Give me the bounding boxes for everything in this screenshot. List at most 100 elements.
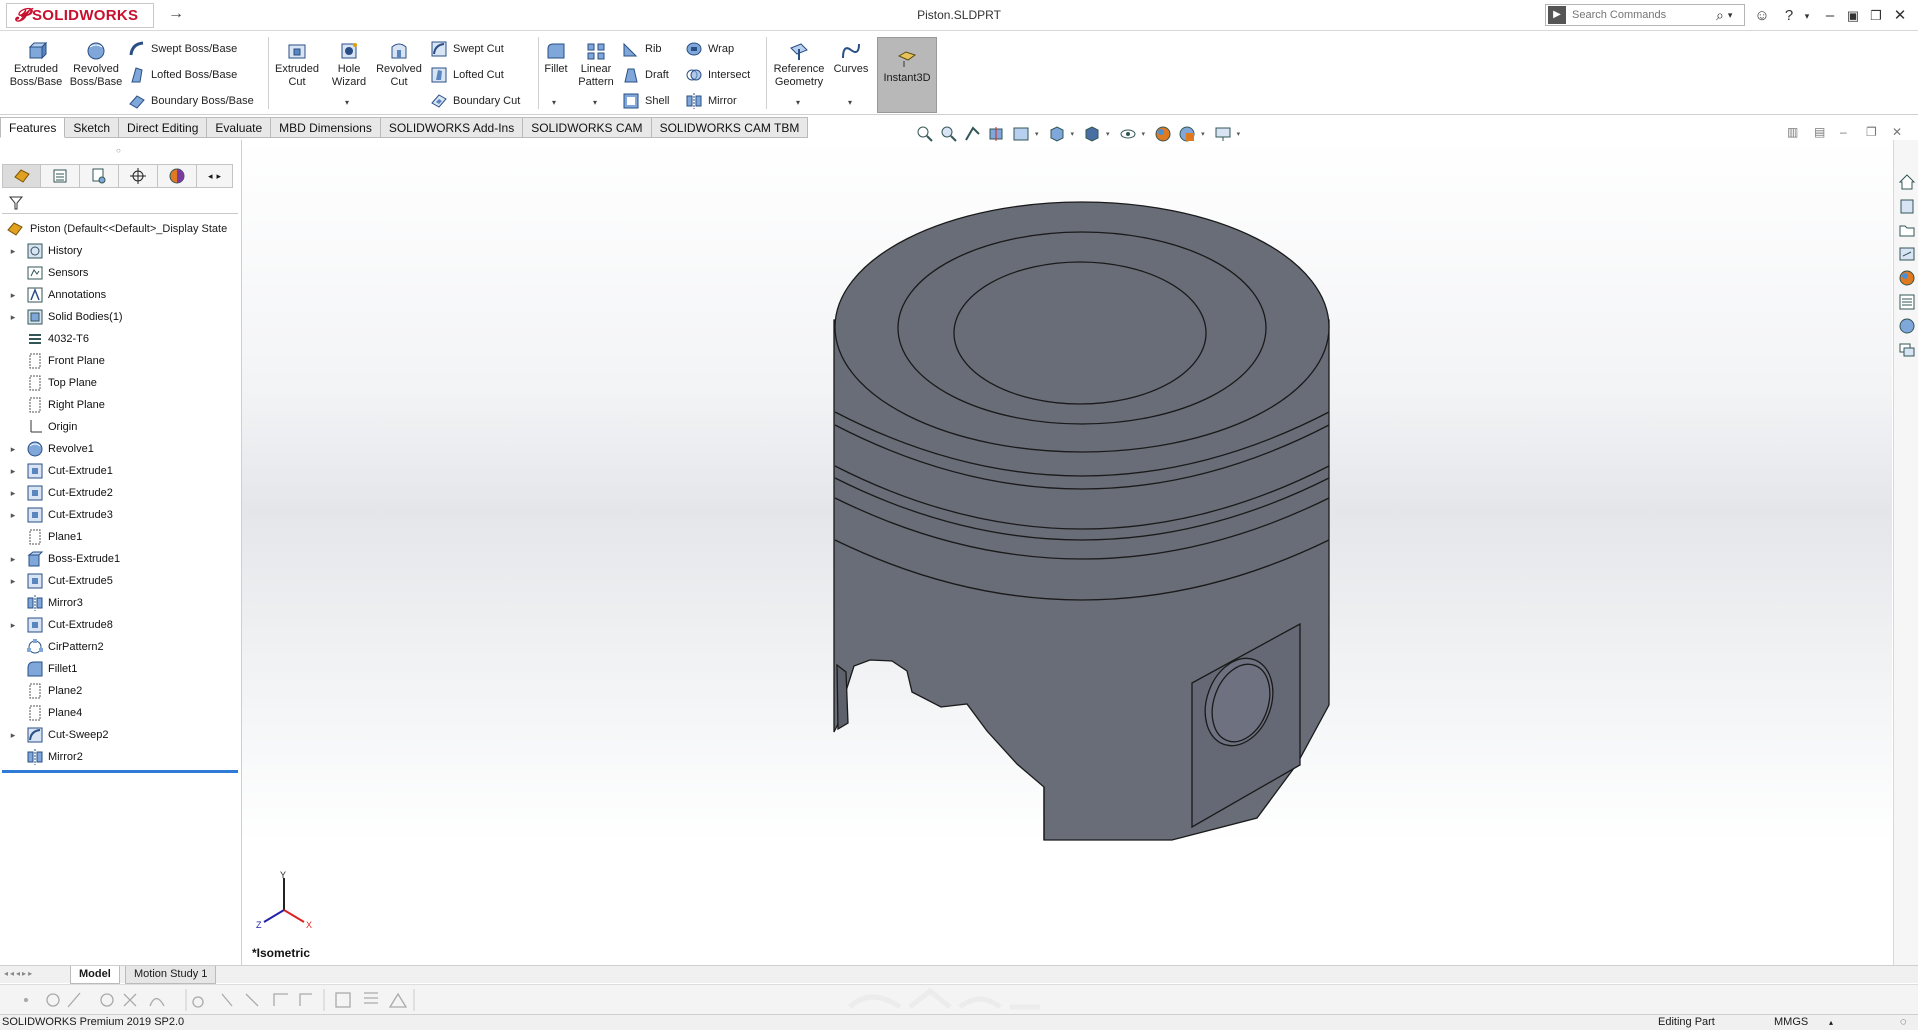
extruded-cut-button[interactable]: Extruded Cut (271, 35, 323, 89)
caret-icon[interactable]: ▾ (1106, 130, 1110, 138)
tree-item[interactable]: CirPattern2 (0, 636, 242, 658)
boundary-cut-button[interactable]: Boundary Cut (430, 91, 520, 111)
tree-item[interactable]: ▸ Cut-Extrude5 (0, 570, 242, 592)
piston-model[interactable] (242, 140, 1892, 965)
tree-item[interactable]: Front Plane (0, 350, 242, 372)
tree-item[interactable]: Mirror3 (0, 592, 242, 614)
custom-properties-icon[interactable] (1897, 292, 1917, 312)
tab-direct-editing[interactable]: Direct Editing (119, 117, 208, 138)
intersect-button[interactable]: Intersect (685, 65, 750, 85)
help-dropdown-icon[interactable]: ▾ (1802, 5, 1812, 27)
search-input[interactable] (1572, 6, 1712, 24)
previous-view-icon[interactable] (963, 124, 983, 144)
chat-icon[interactable]: ◌ (1900, 1015, 1907, 1030)
tree-item[interactable]: Plane1 (0, 526, 242, 548)
tree-item[interactable]: Plane2 (0, 680, 242, 702)
expand-arrow-icon[interactable]: ▸ (6, 290, 20, 301)
tab-model[interactable]: Model (70, 966, 120, 984)
reference-geometry-button[interactable]: Reference Geometry (768, 35, 830, 89)
expand-arrow-icon[interactable]: ▸ (6, 246, 20, 257)
view-palette-icon[interactable] (1897, 244, 1917, 264)
tab-features[interactable]: Features (0, 117, 66, 138)
tree-item[interactable]: Sensors (0, 262, 242, 284)
solidworks-resources-icon[interactable] (1897, 316, 1917, 336)
dynamic-annotation-icon[interactable] (1011, 124, 1031, 144)
search-icon[interactable]: ⌕ (1716, 7, 1724, 24)
caret-icon[interactable]: ▾ (1237, 130, 1241, 138)
close-icon[interactable]: ✕ (1890, 5, 1910, 27)
viewport-tile-right-icon[interactable]: ▤ (1814, 125, 1825, 139)
lofted-cut-button[interactable]: Lofted Cut (430, 65, 504, 85)
search-commands-box[interactable]: ▶ ⌕ ▾ (1545, 4, 1745, 26)
appearances-icon[interactable] (1897, 268, 1917, 288)
chevron-down-icon[interactable]: ▾ (1728, 10, 1733, 21)
tab-scroll-arrows[interactable]: ◂◂◂▸▸ (4, 969, 34, 978)
hide-show-items-icon[interactable] (1118, 124, 1138, 144)
tab-evaluate[interactable]: Evaluate (207, 117, 272, 138)
edit-appearance-icon[interactable] (1153, 124, 1173, 144)
section-view-icon[interactable] (987, 124, 1007, 144)
expand-arrow-icon[interactable]: ▸ (6, 554, 20, 565)
expand-arrow-icon[interactable]: ▸ (6, 312, 20, 323)
collapse-handle-icon[interactable]: ○ (116, 146, 121, 155)
tree-item[interactable]: ▸ Cut-Extrude2 (0, 482, 242, 504)
tab-display-manager[interactable] (158, 164, 197, 188)
tree-item[interactable]: Right Plane (0, 394, 242, 416)
tree-item[interactable]: ▸ Cut-Extrude3 (0, 504, 242, 526)
viewport-close-icon[interactable]: ✕ (1892, 125, 1902, 139)
apply-scene-icon[interactable] (1177, 124, 1197, 144)
tab-property-manager[interactable] (41, 164, 80, 188)
help-icon[interactable]: ? (1778, 5, 1800, 27)
expand-arrow-icon[interactable]: ▸ (6, 466, 20, 477)
caret-icon[interactable]: ▾ (1035, 130, 1039, 138)
lofted-boss-button[interactable]: Lofted Boss/Base (128, 65, 237, 85)
linear-pattern-button[interactable]: Linear Pattern (574, 35, 618, 89)
zoom-to-area-icon[interactable] (939, 124, 959, 144)
chevron-right-icon[interactable]: ▸ (217, 171, 222, 182)
filter-icon[interactable] (8, 195, 24, 211)
tree-item[interactable]: 4032-T6 (0, 328, 242, 350)
fillet-dropdown-icon[interactable]: ▾ (552, 98, 556, 107)
minimize-icon[interactable]: – (1820, 5, 1840, 27)
viewport-tile-left-icon[interactable]: ▥ (1787, 125, 1798, 139)
home-icon[interactable] (1897, 172, 1917, 192)
tab-feature-manager[interactable] (2, 164, 41, 188)
graphics-area[interactable]: Y X Z *Isometric (242, 140, 1892, 965)
tree-item[interactable]: ▸ History (0, 240, 242, 262)
tree-item[interactable]: ▸ Solid Bodies(1) (0, 306, 242, 328)
revolved-boss-button[interactable]: Revolved Boss/Base (66, 35, 126, 89)
swept-boss-button[interactable]: Swept Boss/Base (128, 39, 237, 59)
tree-item[interactable]: Fillet1 (0, 658, 242, 680)
caret-icon[interactable]: ▾ (1142, 130, 1146, 138)
tree-item[interactable]: ▸ Cut-Extrude1 (0, 460, 242, 482)
tree-filter[interactable] (2, 192, 238, 214)
shell-button[interactable]: Shell (622, 91, 669, 111)
zoom-to-fit-icon[interactable] (915, 124, 935, 144)
display-style-icon[interactable] (1082, 124, 1102, 144)
caret-icon[interactable]: ▾ (1201, 130, 1205, 138)
expand-arrow-icon[interactable]: ▸ (6, 576, 20, 587)
solidworks-logo[interactable]: 𝓟 SOLIDWORKS (6, 3, 154, 28)
boundary-boss-button[interactable]: Boundary Boss/Base (128, 91, 254, 111)
extruded-boss-button[interactable]: Extruded Boss/Base (6, 35, 66, 89)
user-icon[interactable]: ☺ (1753, 5, 1771, 27)
tab-motion-study-1[interactable]: Motion Study 1 (125, 966, 217, 984)
viewport-minimize-icon[interactable]: – (1840, 125, 1847, 139)
chevron-left-icon[interactable]: ◂ (208, 171, 213, 182)
tab-solidworks-add-ins[interactable]: SOLIDWORKS Add-Ins (380, 117, 524, 138)
search-mode-icon[interactable]: ▶ (1548, 6, 1566, 24)
panel-tab-scroll[interactable]: ◂ ▸ (197, 164, 233, 188)
fillet-button[interactable]: Fillet (540, 35, 572, 76)
curves-button[interactable]: Curves (830, 35, 872, 76)
tab-sketch[interactable]: Sketch (65, 117, 120, 138)
tree-root-part[interactable]: Piston (Default<<Default>_Display State (0, 218, 242, 240)
wrap-button[interactable]: Wrap (685, 39, 734, 59)
unit-system[interactable]: MMGS (1774, 1015, 1808, 1030)
tree-item[interactable]: ▸ Boss-Extrude1 (0, 548, 242, 570)
units-dropdown-icon[interactable]: ▴ (1829, 1015, 1833, 1030)
tree-item[interactable]: Plane4 (0, 702, 242, 724)
hole-wizard-button[interactable]: Hole Wizard (323, 35, 375, 89)
expand-arrow-icon[interactable]: ▸ (6, 510, 20, 521)
expand-arrow-icon[interactable]: ▸ (6, 444, 20, 455)
linear-pattern-dropdown-icon[interactable]: ▾ (593, 98, 597, 107)
